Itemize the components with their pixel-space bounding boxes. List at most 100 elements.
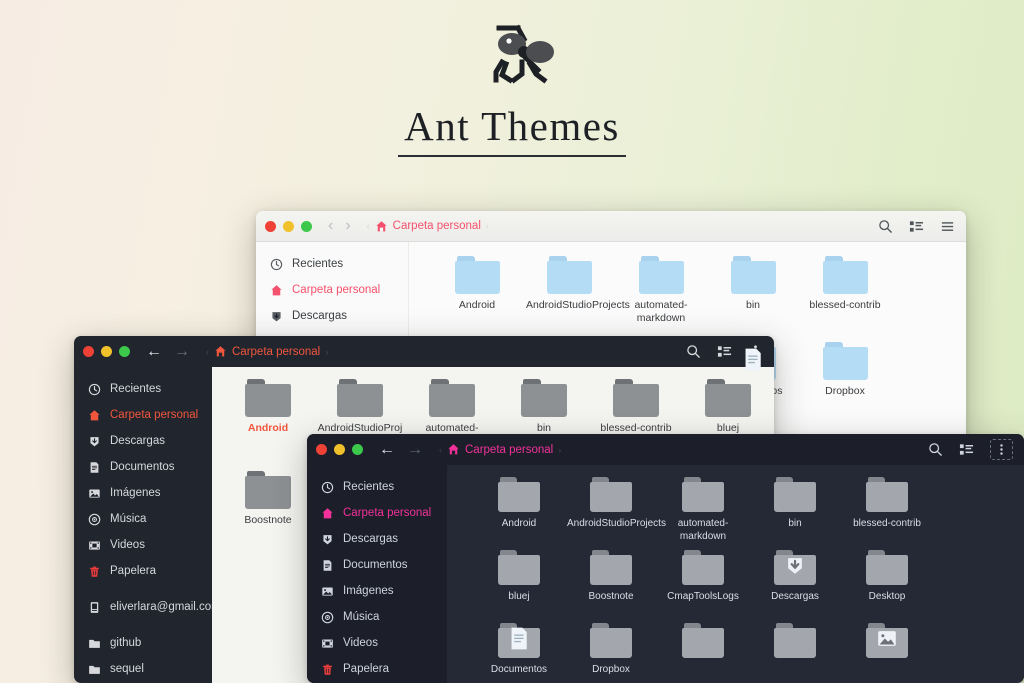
file-item[interactable]: Boostnote bbox=[565, 550, 657, 623]
hamburger-menu-icon[interactable] bbox=[940, 219, 955, 234]
view-options-icon[interactable] bbox=[909, 219, 924, 234]
breadcrumb-prev-icon[interactable]: ‹ bbox=[439, 445, 442, 455]
sidebar-item-im-genes[interactable]: Imágenes bbox=[307, 578, 447, 604]
kebab-menu-icon[interactable] bbox=[990, 439, 1013, 460]
sidebar-item-videos[interactable]: Videos bbox=[307, 630, 447, 656]
search-icon[interactable] bbox=[928, 442, 943, 457]
search-icon[interactable] bbox=[686, 344, 701, 359]
minimize-button[interactable] bbox=[334, 444, 345, 455]
sidebar-item-carpeta-personal[interactable]: Carpeta personal bbox=[74, 402, 212, 428]
folder-icon bbox=[639, 256, 684, 294]
sidebar-item-im-genes[interactable]: Imágenes bbox=[74, 480, 212, 506]
window-controls[interactable] bbox=[265, 221, 312, 232]
sidebar[interactable]: RecientesCarpeta personalDescargasDocume… bbox=[74, 367, 212, 683]
file-item[interactable] bbox=[749, 623, 841, 683]
sidebar-item-descargas[interactable]: Descargas bbox=[307, 526, 447, 552]
titlebar-actions[interactable] bbox=[878, 211, 955, 242]
sidebar-item-descargas[interactable]: Descargas bbox=[74, 428, 212, 454]
forward-icon[interactable]: → bbox=[174, 344, 190, 360]
sidebar-item-github[interactable]: github bbox=[74, 630, 212, 656]
file-item[interactable]: AndroidStudioProjects bbox=[565, 477, 657, 550]
breadcrumb[interactable]: ‹ Carpeta personal › bbox=[367, 220, 489, 233]
back-icon[interactable]: ← bbox=[146, 344, 162, 360]
minimize-button[interactable] bbox=[101, 346, 112, 357]
window-controls[interactable] bbox=[83, 346, 130, 357]
sidebar-item-recientes[interactable]: Recientes bbox=[256, 251, 408, 277]
sidebar-item-m-sica[interactable]: Música bbox=[307, 604, 447, 630]
file-grid-container[interactable]: Android AndroidStudioProjects automated-… bbox=[447, 465, 1024, 683]
titlebar-actions[interactable] bbox=[928, 434, 1013, 465]
folder-icon bbox=[823, 342, 868, 380]
file-item[interactable]: blessed-contrib bbox=[841, 477, 933, 550]
minimize-button[interactable] bbox=[283, 221, 294, 232]
sidebar-item-documentos[interactable]: Documentos bbox=[307, 552, 447, 578]
close-button[interactable] bbox=[83, 346, 94, 357]
breadcrumb-item-home[interactable]: Carpeta personal bbox=[375, 220, 481, 233]
search-icon[interactable] bbox=[878, 219, 893, 234]
breadcrumb-item-home[interactable]: Carpeta personal bbox=[447, 443, 553, 456]
breadcrumb-item-home[interactable]: Carpeta personal bbox=[214, 345, 320, 358]
sidebar-item-descargas[interactable]: Descargas bbox=[256, 303, 408, 329]
forward-icon[interactable]: → bbox=[407, 442, 423, 458]
file-item[interactable] bbox=[841, 623, 933, 683]
navigation-buttons[interactable]: ‹ › bbox=[328, 218, 351, 234]
back-icon[interactable]: ‹ bbox=[328, 218, 333, 234]
sidebar-item-papelera[interactable]: Papelera bbox=[74, 558, 212, 584]
sidebar-item-documentos[interactable]: Documentos bbox=[74, 454, 212, 480]
forward-icon[interactable]: › bbox=[345, 218, 350, 234]
sidebar-item-label: Descargas bbox=[292, 310, 347, 322]
file-item[interactable]: CmapToolsLogs bbox=[657, 550, 749, 623]
view-options-icon[interactable] bbox=[717, 344, 732, 359]
breadcrumb[interactable]: ‹ Carpeta personal › bbox=[439, 443, 561, 456]
sidebar-item-carpeta-personal[interactable]: Carpeta personal bbox=[307, 500, 447, 526]
file-item[interactable]: blessed-contrib bbox=[799, 256, 891, 342]
navigation-buttons[interactable]: ← → bbox=[146, 344, 190, 360]
file-item[interactable]: Documentos bbox=[473, 623, 565, 683]
maximize-button[interactable] bbox=[119, 346, 130, 357]
file-item[interactable] bbox=[657, 623, 749, 683]
breadcrumb-next-icon[interactable]: › bbox=[558, 445, 561, 455]
file-item[interactable]: automated-markdown bbox=[615, 256, 707, 342]
breadcrumb-next-icon[interactable]: › bbox=[486, 221, 489, 231]
sidebar-item-recientes[interactable]: Recientes bbox=[307, 474, 447, 500]
file-item[interactable]: Dropbox bbox=[565, 623, 657, 683]
breadcrumb-prev-icon[interactable]: ‹ bbox=[206, 347, 209, 357]
file-item[interactable]: bluej bbox=[473, 550, 565, 623]
navigation-buttons[interactable]: ← → bbox=[379, 442, 423, 458]
sidebar-item-eliverlara-gmail-com[interactable]: eliverlara@gmail.com bbox=[74, 594, 212, 620]
view-options-icon[interactable] bbox=[959, 442, 974, 457]
file-item[interactable]: bin bbox=[707, 256, 799, 342]
breadcrumb[interactable]: ‹ Carpeta personal › bbox=[206, 345, 328, 358]
sidebar[interactable]: RecientesCarpeta personalDescargasDocume… bbox=[307, 465, 447, 683]
file-item[interactable]: Boostnote bbox=[222, 471, 314, 563]
folder-icon bbox=[613, 379, 659, 417]
file-item[interactable]: Android bbox=[222, 379, 314, 471]
sidebar-item-m-sica[interactable]: Música bbox=[74, 506, 212, 532]
maximize-button[interactable] bbox=[301, 221, 312, 232]
file-label: Android bbox=[434, 299, 520, 312]
file-item[interactable]: Dropbox bbox=[799, 342, 891, 428]
close-button[interactable] bbox=[265, 221, 276, 232]
sidebar-item-sequel[interactable]: sequel bbox=[74, 656, 212, 682]
file-item[interactable]: Descargas bbox=[749, 550, 841, 623]
file-manager-window-full-dark[interactable]: ← → ‹ Carpeta personal › RecientesCarpet… bbox=[307, 434, 1024, 683]
file-item[interactable]: automated-markdown bbox=[657, 477, 749, 550]
file-item[interactable]: AndroidStudioProjects bbox=[523, 256, 615, 342]
close-button[interactable] bbox=[316, 444, 327, 455]
file-grid[interactable]: Android AndroidStudioProjects automated-… bbox=[447, 465, 1024, 683]
breadcrumb-next-icon[interactable]: › bbox=[325, 347, 328, 357]
file-item[interactable]: Android bbox=[473, 477, 565, 550]
sidebar-item-carpeta-personal[interactable]: Carpeta personal bbox=[256, 277, 408, 303]
breadcrumb-prev-icon[interactable]: ‹ bbox=[367, 221, 370, 231]
sidebar-item-videos[interactable]: Videos bbox=[74, 532, 212, 558]
file-item[interactable]: Desktop bbox=[841, 550, 933, 623]
folder-icon bbox=[429, 379, 475, 417]
back-icon[interactable]: ← bbox=[379, 442, 395, 458]
sidebar-item-papelera[interactable]: Papelera bbox=[307, 656, 447, 682]
window-controls[interactable] bbox=[316, 444, 363, 455]
file-item[interactable]: bin bbox=[749, 477, 841, 550]
sidebar-item-recientes[interactable]: Recientes bbox=[74, 376, 212, 402]
file-item[interactable]: Android bbox=[431, 256, 523, 342]
maximize-button[interactable] bbox=[352, 444, 363, 455]
file-label: automated-markdown bbox=[659, 517, 747, 543]
